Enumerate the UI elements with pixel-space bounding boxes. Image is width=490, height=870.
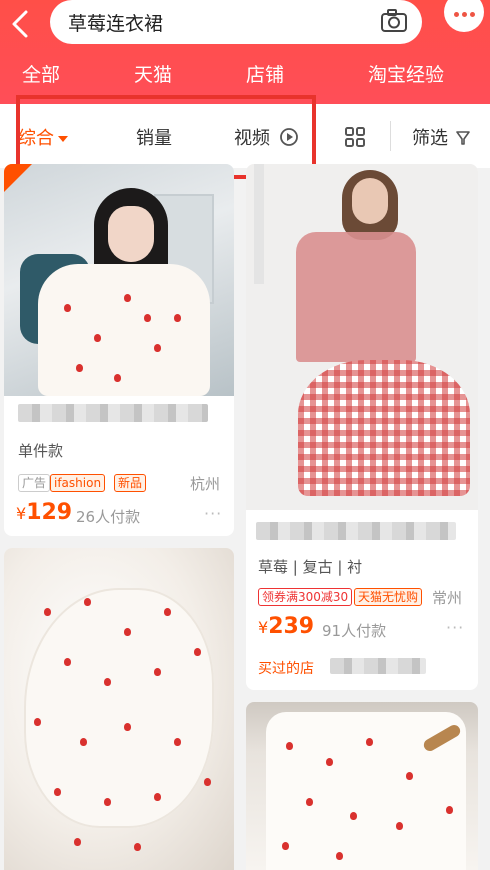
product-price: ¥239 — [258, 614, 314, 639]
product-city: 杭州 — [190, 475, 221, 493]
strawberry-print — [336, 852, 343, 860]
product-subtitle: 草莓 | 复古 | 衬 — [258, 558, 363, 576]
coupon-tag: 领券满300减30 — [258, 588, 353, 606]
strawberry-print — [124, 628, 131, 636]
product-image-4[interactable] — [246, 702, 478, 870]
more-options-icon[interactable]: ··· — [204, 504, 222, 523]
strawberry-print — [104, 678, 111, 686]
strawberry-print — [76, 364, 83, 372]
strawberry-print — [446, 806, 453, 814]
strawberry-print — [104, 798, 111, 806]
product-card-4[interactable] — [246, 702, 478, 870]
filter-funnel-icon — [455, 131, 470, 145]
more-dot-icon — [462, 12, 467, 17]
more-dot-icon — [470, 12, 475, 17]
strawberry-print — [114, 374, 121, 382]
strawberry-print — [282, 842, 289, 850]
strawberry-print — [306, 798, 313, 806]
strawberry-print — [54, 788, 61, 796]
dress-shape — [38, 264, 210, 396]
price-symbol: ¥ — [258, 618, 269, 637]
strawberry-print — [350, 812, 357, 820]
blurred-shop-name — [330, 658, 426, 674]
filter-button[interactable]: 筛选 — [412, 124, 470, 150]
strawberry-print — [94, 334, 101, 342]
strawberry-print — [124, 294, 131, 302]
strawberry-print — [144, 314, 151, 322]
corner-badge — [4, 164, 32, 192]
blurred-title — [18, 404, 208, 422]
more-dot-icon — [454, 12, 459, 17]
bought-shop-note: 买过的店 — [258, 661, 314, 677]
grid-view-icon[interactable] — [344, 126, 366, 148]
strawberry-print — [44, 608, 51, 616]
camera-icon[interactable] — [380, 8, 408, 34]
filter-label: 筛选 — [412, 128, 448, 149]
strawberry-print — [326, 758, 333, 766]
category-tabs: 全部 天猫 店铺 淘宝经验 — [0, 60, 490, 92]
blur-strip — [254, 164, 264, 284]
strawberry-print — [84, 598, 91, 606]
strawberry-print — [80, 738, 87, 746]
product-image-3[interactable] — [4, 548, 234, 870]
strawberry-print — [64, 304, 71, 312]
sortbar-divider — [390, 121, 391, 151]
product-sales: 26人付款 — [76, 508, 141, 526]
new-tag: 新品 — [114, 474, 147, 492]
price-value: 129 — [26, 500, 73, 525]
product-subtitle: 单件款 — [18, 442, 64, 460]
strawberry-print — [366, 738, 373, 746]
price-symbol: ¥ — [16, 504, 27, 523]
strawberry-print — [154, 344, 161, 352]
fabric-shape — [24, 588, 214, 828]
face-shape — [352, 178, 388, 224]
back-arrow-icon[interactable] — [6, 8, 34, 40]
strawberry-print — [286, 742, 293, 750]
product-card-3[interactable] — [4, 548, 234, 870]
ifashion-tag: ifashion — [50, 474, 106, 492]
product-card-1[interactable]: 单件款 广告 ifashion 新品 杭州 ¥129 26人付款 ··· — [4, 164, 234, 536]
strawberry-print — [174, 314, 181, 322]
price-value: 239 — [268, 614, 315, 639]
product-card-2[interactable]: 草莓 | 复古 | 衬 领券满300减30 天猫无忧购 常州 ¥239 91人付… — [246, 164, 478, 690]
tmall-worry-free-tag: 天猫无忧购 — [354, 588, 423, 606]
strawberry-print — [396, 822, 403, 830]
search-input[interactable]: 草莓连衣裙 — [68, 9, 163, 36]
face-shape — [108, 206, 154, 262]
more-options-icon[interactable]: ··· — [446, 618, 464, 637]
product-image-2[interactable] — [246, 164, 478, 510]
strawberry-print — [124, 723, 131, 731]
search-bar[interactable]: 草莓连衣裙 — [50, 0, 422, 44]
more-menu-button[interactable] — [444, 0, 484, 32]
blurred-title — [256, 522, 456, 540]
strawberry-print — [64, 658, 71, 666]
tab-taobao-experience[interactable]: 淘宝经验 — [368, 60, 444, 87]
product-city: 常州 — [432, 589, 463, 607]
strawberry-print — [406, 772, 413, 780]
gingham-skirt-shape — [298, 360, 470, 496]
product-sales: 91人付款 — [322, 622, 387, 640]
strawberry-print — [74, 838, 81, 846]
strawberry-print — [134, 843, 141, 851]
strawberry-print — [164, 608, 171, 616]
header: 草莓连衣裙 全部 天猫 店铺 淘宝经验 — [0, 0, 490, 104]
strawberry-print — [204, 778, 211, 786]
tab-tmall[interactable]: 天猫 — [134, 60, 172, 87]
strawberry-print — [174, 738, 181, 746]
product-image-1[interactable] — [4, 164, 234, 396]
strawberry-print — [154, 668, 161, 676]
strawberry-print — [194, 648, 201, 656]
tab-shops[interactable]: 店铺 — [246, 60, 284, 87]
strawberry-print — [154, 793, 161, 801]
strawberry-print — [34, 718, 41, 726]
product-price: ¥129 — [16, 500, 72, 525]
blurred-torso — [296, 232, 416, 362]
ad-tag: 广告 — [18, 474, 51, 492]
tab-all[interactable]: 全部 — [22, 60, 60, 87]
